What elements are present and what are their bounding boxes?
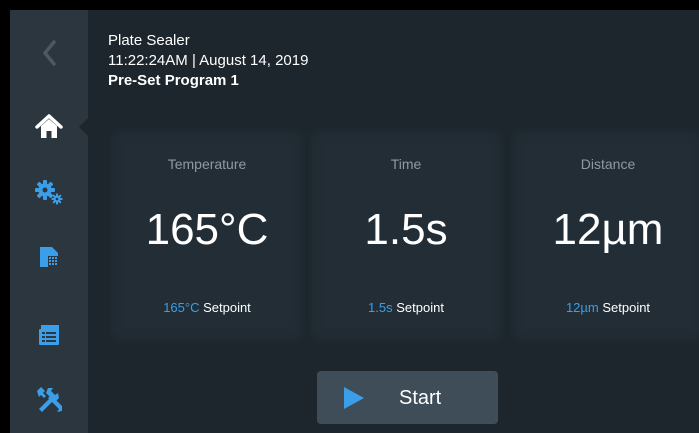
active-indicator	[79, 118, 88, 136]
setpoint-label: Setpoint	[396, 300, 444, 315]
plate-icon	[40, 247, 58, 267]
setpoint-label: Setpoint	[203, 300, 251, 315]
setpoint-value: 165°C	[163, 300, 200, 315]
log-list-icon	[39, 325, 59, 345]
card-setpoint: 12µm Setpoint	[510, 300, 699, 315]
card-label: Time	[390, 156, 422, 172]
sidebar-item-home[interactable]	[10, 102, 88, 152]
setpoint-value: 1.5s	[368, 300, 393, 315]
date-time: 11:22:24AM | August 14, 2019	[108, 52, 309, 69]
start-button[interactable]: Start	[317, 371, 498, 424]
time-card[interactable]: Time 1.5s 1.5s Setpoint	[308, 128, 504, 343]
settings-gears-icon	[35, 180, 63, 205]
temperature-card[interactable]: Temperature 165°C 165°C Setpoint	[109, 128, 305, 343]
card-value: 12µm	[552, 205, 664, 254]
card-value: 1.5s	[364, 205, 448, 254]
sidebar-nav	[10, 10, 88, 433]
screen: Plate Sealer 11:22:24AM | August 14, 201…	[10, 10, 699, 433]
start-label: Start	[399, 387, 442, 409]
sidebar-item-plate[interactable]	[10, 232, 88, 282]
sidebar-item-settings[interactable]	[10, 167, 88, 217]
tools-icon	[37, 387, 62, 412]
device-name: Plate Sealer	[108, 32, 190, 49]
back-button[interactable]	[10, 28, 88, 78]
back-chevron-icon	[43, 40, 56, 66]
program-name: Pre-Set Program 1	[108, 72, 239, 89]
play-icon	[344, 387, 364, 409]
card-label: Temperature	[167, 156, 247, 172]
card-setpoint: 1.5s Setpoint	[308, 300, 504, 315]
card-setpoint: 165°C Setpoint	[109, 300, 305, 315]
setpoint-value: 12µm	[565, 300, 599, 315]
card-label: Distance	[580, 156, 636, 172]
card-value: 165°C	[145, 205, 269, 254]
setpoint-label: Setpoint	[602, 300, 651, 315]
sidebar-item-log[interactable]	[10, 310, 88, 360]
header: Plate Sealer 11:22:24AM | August 14, 201…	[108, 30, 308, 91]
home-icon	[35, 114, 63, 138]
sidebar-item-tools[interactable]	[10, 374, 88, 424]
distance-card[interactable]: Distance 12µm 12µm Setpoint	[510, 128, 699, 343]
